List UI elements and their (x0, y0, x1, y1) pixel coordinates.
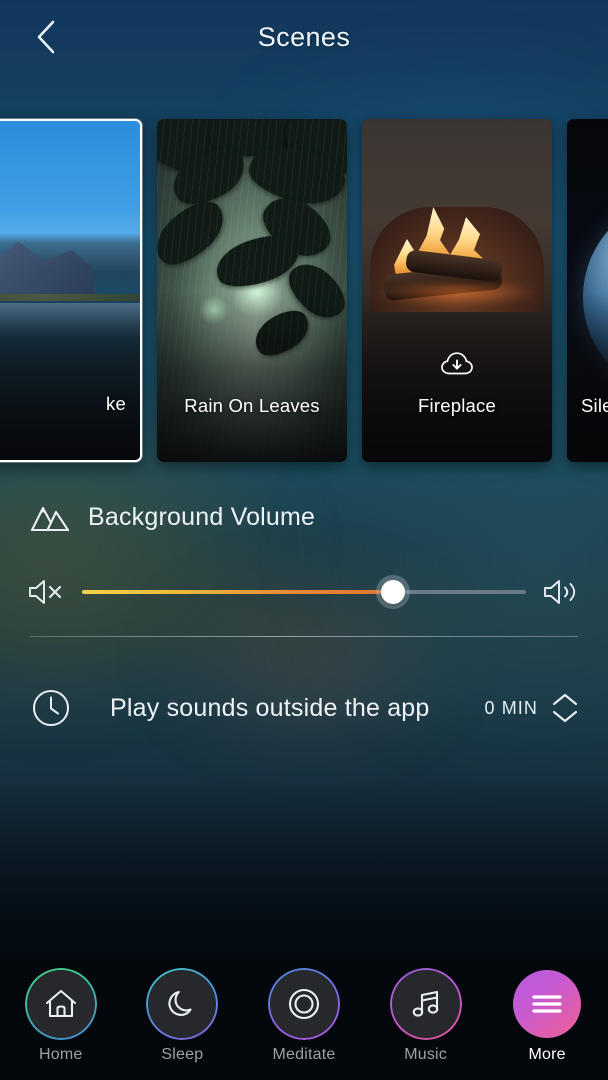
background-volume-header: Background Volume (0, 500, 608, 534)
header: Scenes (0, 0, 608, 75)
chevron-left-icon (35, 19, 57, 55)
download-button[interactable] (362, 351, 552, 377)
tab-meditate-circle[interactable] (269, 970, 338, 1038)
chevron-down-icon[interactable] (552, 710, 578, 723)
scene-card-rain-on-leaves[interactable]: Rain On Leaves (157, 119, 347, 462)
cloud-download-icon (440, 351, 474, 377)
tab-home[interactable]: Home (0, 970, 122, 1064)
tab-sleep-label: Sleep (161, 1046, 204, 1063)
scene-card-silent-earth[interactable]: Silent Ear (567, 119, 608, 462)
card-overlay (362, 292, 552, 462)
minutes-stepper[interactable]: 0 MIN (484, 693, 578, 723)
scene-label: ke (106, 393, 126, 414)
hamburger-icon (531, 993, 563, 1015)
tab-sleep[interactable]: Sleep (122, 970, 244, 1064)
tab-home-label: Home (39, 1046, 83, 1063)
tab-more-circle[interactable] (513, 970, 582, 1038)
moon-icon (166, 988, 198, 1020)
slider-fill (82, 590, 393, 594)
slider-thumb[interactable] (380, 580, 405, 604)
scene-card-lake[interactable]: ke (0, 119, 142, 462)
tab-sleep-circle[interactable] (148, 970, 217, 1038)
scene-label: Silent Ear (581, 395, 608, 416)
scene-label: Rain On Leaves (184, 395, 320, 416)
tab-more-label: More (528, 1046, 566, 1063)
bottom-navigation: Home Sleep Meditate Music More (0, 960, 608, 1080)
page-title: Scenes (257, 22, 351, 52)
tab-music-label: Music (404, 1046, 447, 1063)
music-note-icon (410, 988, 442, 1020)
play-sounds-outside-row[interactable]: Play sounds outside the app 0 MIN (0, 687, 608, 729)
back-button[interactable] (24, 14, 68, 60)
background-volume-slider-row[interactable] (0, 572, 608, 612)
background-volume-label: Background Volume (88, 502, 316, 531)
scenes-screen: Scenes ke Rain On Leaves Fireplace Sile … (0, 0, 608, 1080)
scene-carousel[interactable]: ke Rain On Leaves Fireplace Sile (0, 119, 608, 462)
chevron-up-icon[interactable] (552, 693, 578, 706)
tab-music[interactable]: Music (365, 970, 487, 1064)
card-overlay (567, 292, 608, 462)
card-overlay (157, 292, 347, 462)
tab-more[interactable]: More (486, 970, 608, 1064)
volume-slider[interactable] (82, 572, 526, 612)
volume-mute-icon[interactable] (26, 577, 66, 607)
circles-icon (287, 987, 321, 1021)
clock-icon (30, 687, 72, 729)
download-button[interactable] (567, 351, 608, 377)
scene-label: Fireplace (418, 395, 496, 416)
card-overlay (0, 290, 140, 460)
scene-card-fireplace[interactable]: Fireplace (362, 119, 552, 462)
tab-home-circle[interactable] (26, 970, 95, 1038)
play-sounds-outside-label: Play sounds outside the app (110, 693, 430, 722)
mountains-icon (30, 500, 70, 534)
minutes-value: 0 MIN (484, 697, 538, 718)
volume-up-icon[interactable] (542, 577, 582, 607)
tab-meditate[interactable]: Meditate (243, 970, 365, 1064)
stepper-chevrons[interactable] (552, 693, 578, 723)
section-divider (30, 636, 578, 637)
tab-meditate-label: Meditate (272, 1046, 336, 1063)
home-icon (44, 988, 78, 1020)
tab-music-circle[interactable] (391, 970, 460, 1038)
